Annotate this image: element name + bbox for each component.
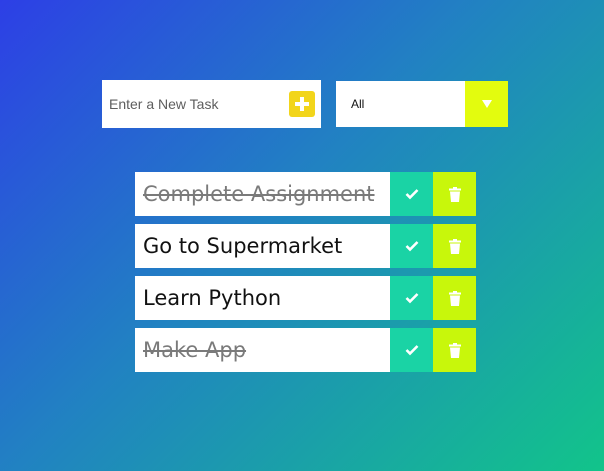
filter-selected-value: All — [351, 97, 365, 111]
caret-down-icon — [481, 100, 492, 108]
plus-icon — [295, 97, 309, 111]
todo-item: Learn Python — [135, 276, 476, 320]
trash-icon — [448, 342, 461, 358]
delete-button[interactable] — [433, 172, 476, 216]
todo-item-text: Make App — [135, 328, 390, 372]
new-task-input[interactable] — [102, 80, 282, 128]
check-icon — [405, 241, 418, 252]
todo-item-text: Go to Supermarket — [135, 224, 390, 268]
complete-button[interactable] — [390, 172, 433, 216]
todo-item: Go to Supermarket — [135, 224, 476, 268]
todo-item-text: Complete Assignment — [135, 172, 390, 216]
trash-icon — [448, 290, 461, 306]
check-icon — [405, 345, 418, 356]
todo-list: Complete Assignment Go to Supermarket Le… — [135, 172, 476, 380]
filter-select[interactable]: All — [336, 81, 508, 127]
delete-button[interactable] — [433, 276, 476, 320]
check-icon — [405, 189, 418, 200]
complete-button[interactable] — [390, 224, 433, 268]
delete-button[interactable] — [433, 328, 476, 372]
complete-button[interactable] — [390, 328, 433, 372]
trash-icon — [448, 186, 461, 202]
complete-button[interactable] — [390, 276, 433, 320]
check-icon — [405, 293, 418, 304]
trash-icon — [448, 238, 461, 254]
new-task-form — [102, 80, 321, 128]
delete-button[interactable] — [433, 224, 476, 268]
todo-item-text: Learn Python — [135, 276, 390, 320]
add-task-button[interactable] — [289, 91, 315, 117]
todo-item: Complete Assignment — [135, 172, 476, 216]
todo-item: Make App — [135, 328, 476, 372]
filter-dropdown-toggle[interactable] — [465, 81, 508, 127]
